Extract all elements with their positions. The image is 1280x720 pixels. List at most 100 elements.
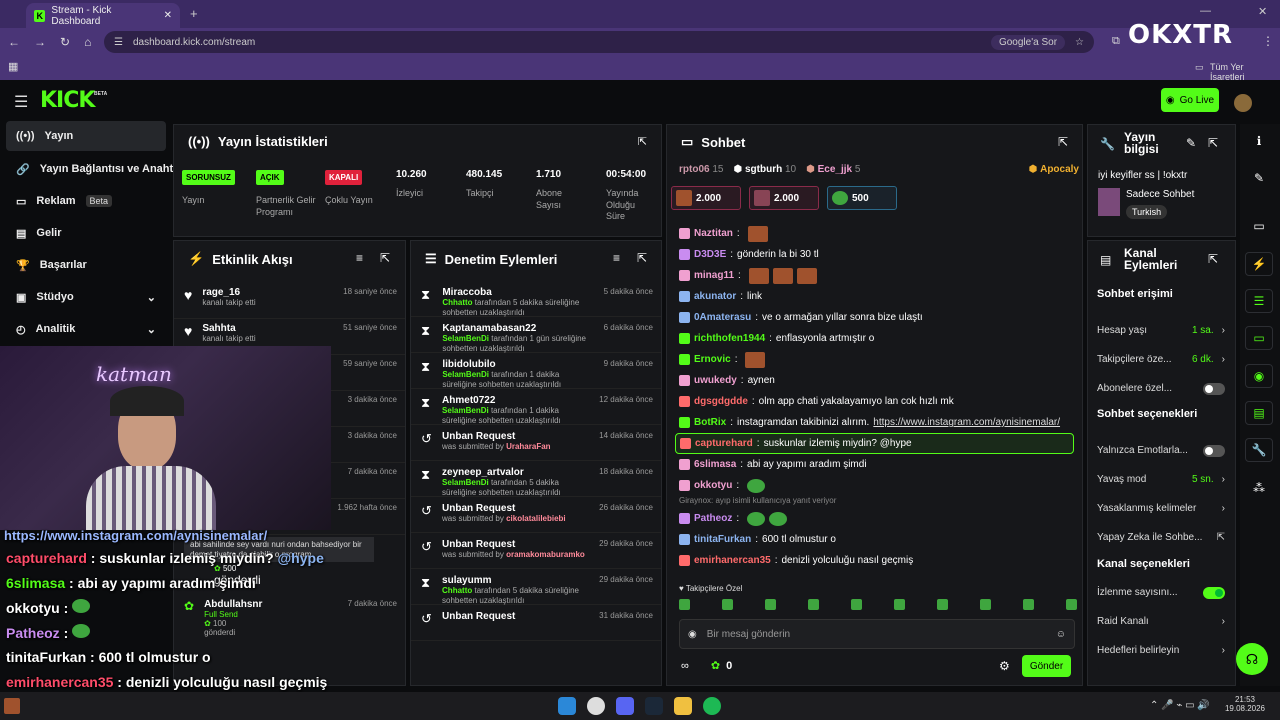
chat-username[interactable]: akunator [694,291,736,302]
chrome-icon[interactable] [587,697,605,715]
gift-card[interactable]: 2.000 [671,186,741,210]
sidebar-item-analytics[interactable]: ◴ Analitik ⌄ [6,314,166,344]
gifter-name[interactable]: sgtburh [745,164,782,175]
hamburger-menu-icon[interactable]: ☰ [14,92,28,112]
moderator-name[interactable]: Chhatto [442,586,472,595]
bookmark-star-icon[interactable]: ☆ [1075,37,1084,48]
setting-row[interactable]: Takipçilere öze... 6 dk. › [1097,345,1225,374]
close-tab-icon[interactable]: ✕ [164,10,172,21]
toggle-switch[interactable] [1203,382,1225,395]
gift-card[interactable]: 2.000 [749,186,819,210]
moderation-target[interactable]: zeyneep_artvalor [442,467,589,478]
send-button[interactable]: Gönder [1022,655,1071,677]
google-ask-button[interactable]: Google'a Sor [990,34,1066,50]
tv-icon[interactable]: ▭ [1245,214,1273,238]
popout-icon[interactable]: ⇱ [1058,135,1068,149]
list-icon[interactable]: ☰ [1245,289,1273,313]
steam-icon[interactable] [645,697,663,715]
popout-icon[interactable]: ⇱ [1208,252,1218,266]
emote-icon[interactable] [679,599,690,610]
popout-icon[interactable]: ⇱ [1208,136,1218,150]
setting-row[interactable]: Yasaklanmış kelimeler › [1097,494,1225,523]
moderation-target[interactable]: Unban Request [442,539,589,550]
moderator-name[interactable]: cikolatalilebiebi [506,514,566,523]
toggle-switch[interactable] [1203,444,1225,457]
sidebar-item-stream-key[interactable]: 🔗 Yayın Bağlantısı ve Anahtarı [6,154,174,184]
moderation-target[interactable]: Miraccoba [442,287,593,298]
sidebar-item-revenue[interactable]: ▤ Gelir [6,218,166,248]
chat-username[interactable]: tinitaFurkan [694,534,751,545]
info-icon[interactable]: ℹ [1245,129,1273,153]
setting-row[interactable]: İzlenme sayısını... [1097,578,1225,607]
popout-icon[interactable]: ⇱ [638,135,647,148]
setting-row[interactable]: Yapay Zeka ile Sohbe... ⇱ [1097,523,1225,552]
chat-username[interactable]: Ernovic [694,354,731,365]
windows-start-icon[interactable] [558,697,576,715]
wrench-icon[interactable]: 🔧 [1245,438,1273,462]
filter-icon[interactable]: ≡ [356,251,363,265]
share-icon[interactable]: ⁂ [1245,476,1273,500]
setting-row[interactable]: Hedefleri belirleyin › [1097,636,1225,665]
edit-icon[interactable]: ✎ [1245,166,1273,190]
browser-tab[interactable]: K Stream - Kick Dashboard ✕ [26,3,180,28]
gifter-name[interactable]: Ece_jjk [818,164,852,175]
discord-icon[interactable] [616,697,634,715]
gear-icon[interactable]: ⚙ [999,659,1010,673]
chat-username[interactable]: dgsgdgdde [694,396,748,407]
toggle-switch[interactable] [1203,586,1225,599]
sidebar-item-stream[interactable]: ((•)) Yayın [6,121,166,151]
kick-logo[interactable]: KICK [40,88,95,113]
activity-user[interactable]: Sahhta [202,323,255,334]
chat-username[interactable]: richthofen1944 [694,333,765,344]
chat-bubble-icon[interactable]: ▭ [1245,326,1273,350]
chat-link[interactable]: https://www.instagram.com/aynisinemalar/ [873,417,1060,428]
avatar[interactable] [1234,94,1252,112]
gift-card[interactable]: 500 [827,186,897,210]
emote-icon[interactable] [722,599,733,610]
emote-icon[interactable] [765,599,776,610]
setting-row[interactable]: Abonelere özel... [1097,374,1225,403]
moderator-name[interactable]: SelamBenDi [442,334,489,343]
clock[interactable]: 21:53 19.08.2026 [1224,695,1266,713]
moderator-name[interactable]: SelamBenDi [442,478,489,487]
moderation-target[interactable]: Unban Request [442,431,589,442]
chat-username[interactable]: 0Amaterasu [694,312,751,323]
gifter-name[interactable]: Apocaly [1040,164,1079,175]
moderation-target[interactable]: Kaptanamabasan22 [442,323,593,334]
support-icon[interactable]: ☊ [1236,643,1268,675]
moderator-name[interactable]: UraharaFan [506,442,550,451]
emoji-icon[interactable]: ☺ [1056,629,1066,640]
spotify-icon[interactable] [703,697,721,715]
new-tab-icon[interactable]: + [190,6,198,21]
emote-icon[interactable] [851,599,862,610]
back-icon[interactable]: ← [8,35,20,49]
chat-username[interactable]: Naztitan [694,228,733,239]
chat-username[interactable]: capturehard [695,438,753,449]
emote-icon[interactable] [808,599,819,610]
moderation-target[interactable]: Unban Request [442,611,589,622]
chat-input[interactable]: ◉ Bir mesaj gönderin ☺ [679,619,1075,649]
emote-icon[interactable] [1023,599,1034,610]
minimize-icon[interactable]: — [1200,5,1211,17]
category-name[interactable]: Sadece Sohbet [1126,189,1194,200]
moderation-target[interactable]: libidolubilo [442,359,593,370]
moderator-name[interactable]: SelamBenDi [442,370,489,379]
go-live-button[interactable]: ◉ Go Live [1161,88,1219,112]
moderation-target[interactable]: Unban Request [442,503,589,514]
activity-user[interactable]: rage_16 [202,287,255,298]
activity-user[interactable]: Abdullahsnr [204,599,262,610]
chat-username[interactable]: BotRix [694,417,726,428]
window-close-icon[interactable]: ✕ [1258,5,1267,18]
chat-username[interactable]: minag11 [694,270,734,281]
emote-icon[interactable] [980,599,991,610]
all-bookmarks-link[interactable]: Tüm Yer İşaretleri [1210,62,1280,82]
forward-icon[interactable]: → [34,35,46,49]
moderation-target[interactable]: sulayumm [442,575,589,586]
chat-username[interactable]: Patheoz [694,513,732,524]
gifter-name[interactable]: rpto06 [679,164,710,175]
apps-grid-icon[interactable]: ▦ [8,60,18,73]
url-field[interactable]: ☰ dashboard.kick.com/stream Google'a Sor… [104,31,1094,53]
folder-icon[interactable] [674,697,692,715]
emote-icon[interactable] [894,599,905,610]
home-icon[interactable]: ⌂ [84,35,91,49]
